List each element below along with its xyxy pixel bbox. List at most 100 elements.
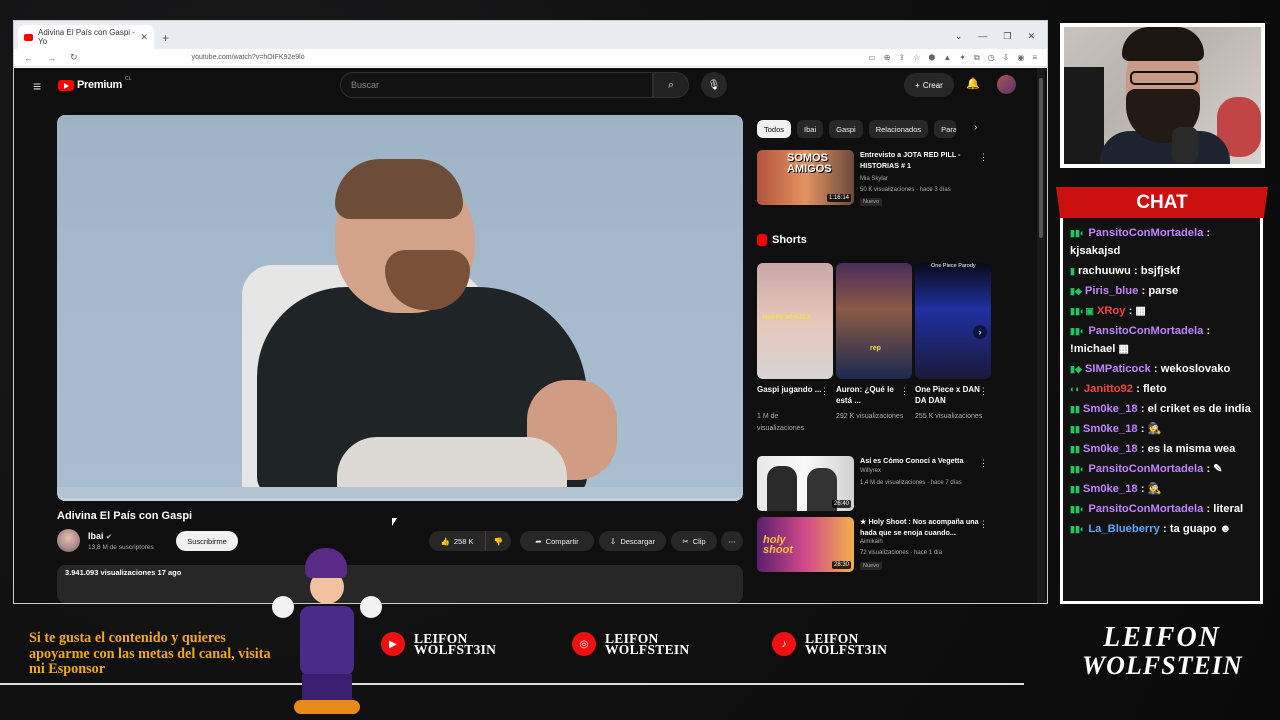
create-button[interactable]: + Crear	[904, 73, 954, 97]
chat-badges-icon: ▮◆	[1070, 364, 1082, 374]
share-icon[interactable]: ⇪	[898, 53, 905, 63]
chat-separator: :	[1159, 523, 1170, 535]
video-progress-bar[interactable]	[57, 498, 743, 501]
address-bar: ← → ↻ youtube.com/watch?v=hOIFK92e9lo ▭ …	[14, 49, 1047, 67]
search-icon: ⌕	[667, 78, 675, 91]
close-tab-icon[interactable]: ✕	[140, 32, 148, 43]
short-thumbnail[interactable]: One Piece Parody ›	[915, 263, 991, 379]
clip-button[interactable]: ✂ Clip	[671, 531, 717, 551]
webcam-feed	[1064, 27, 1261, 164]
maximize-button[interactable]: ❐	[1003, 31, 1011, 42]
short-title[interactable]: Auron: ¿Qué le está ...	[836, 384, 902, 406]
chat-separator: :	[1130, 265, 1141, 277]
forward-icon[interactable]: →	[47, 53, 56, 63]
shorts-header: Shorts	[757, 234, 807, 246]
more-vert-icon[interactable]: ⋮	[900, 386, 909, 397]
channel-name[interactable]: Ibai ✔	[88, 531, 112, 541]
chat-username: PansitoConMortadela	[1088, 227, 1204, 239]
new-tab-button[interactable]: +	[162, 31, 169, 45]
subscribe-button[interactable]: Suscribirme	[176, 531, 238, 551]
screen-icon[interactable]: ▭	[868, 53, 876, 63]
chip-relacionados[interactable]: Relacionados	[868, 120, 929, 138]
zoom-icon[interactable]: ⊕	[884, 53, 891, 63]
page-scrollbar[interactable]	[1037, 68, 1045, 603]
downloads-icon[interactable]: ⇩	[1003, 53, 1010, 63]
chat-text: ta guapo ☻	[1169, 523, 1232, 535]
chip-ibai[interactable]: Ibai	[797, 120, 824, 138]
channel-avatar[interactable]	[57, 529, 80, 552]
chat-badges-icon: ▮▮◐▣	[1070, 306, 1094, 316]
chevron-right-icon[interactable]: ›	[974, 122, 977, 133]
hamburger-menu-icon[interactable]: ≡	[33, 78, 41, 94]
more-actions-button[interactable]: ⋯	[721, 531, 743, 551]
video-thumbnail: 26:40	[757, 456, 854, 511]
handle-line2: WOLFSTEIN	[605, 642, 690, 657]
webcam-chair	[1064, 67, 1104, 164]
youtube-logo[interactable]: Premium CL	[58, 76, 132, 91]
social-handle: LEIFON WOLFST3IN	[805, 632, 887, 657]
notifications-bell-icon[interactable]: 🔔	[966, 77, 980, 90]
video-player[interactable]	[57, 115, 743, 501]
more-vert-icon[interactable]: ⋮	[979, 458, 988, 469]
search-button[interactable]: ⌕	[653, 72, 689, 98]
reload-icon[interactable]: ↻	[70, 52, 78, 63]
more-vert-icon[interactable]: ⋮	[979, 152, 988, 163]
recommended-video[interactable]: 26:40 Así es Cómo Conocí a Vegetta Willy…	[757, 456, 992, 514]
chat-username: XRoy	[1096, 305, 1126, 317]
short-title[interactable]: Gaspi jugando ...	[757, 384, 823, 395]
chat-badges-icon: ◐◐	[1070, 384, 1081, 394]
minimize-button[interactable]: —	[978, 31, 987, 42]
voice-search-button[interactable]: 🎙	[701, 72, 727, 98]
rec-title: Entrevisto a JOTA RED PILL - HISTORIAS #…	[860, 150, 961, 170]
logo-region: CL	[124, 76, 132, 82]
warning-icon[interactable]: ▲	[943, 53, 951, 63]
chat-message: ▮▮◐ PansitoConMortadela : ✎	[1070, 460, 1255, 478]
download-button[interactable]: ⇩ Descargar	[599, 531, 666, 551]
recommended-video[interactable]: SOMOS AMIGOS 1:16:14 Entrevisto a JOTA R…	[757, 150, 992, 208]
chat-badges-icon: ▮▮◐	[1070, 464, 1086, 474]
chat-badges-icon: ▮▮	[1070, 404, 1080, 414]
thumbnail-text: holy shoot	[763, 534, 793, 556]
dislike-button[interactable]: 👎	[485, 531, 511, 551]
rec-meta: 72 visualizaciones · hace 1 día	[860, 550, 943, 556]
chip-gaspi[interactable]: Gaspi	[829, 120, 863, 138]
pin-icon[interactable]: ✦	[959, 53, 966, 63]
share-arrow-icon: ➦	[535, 536, 542, 546]
search-input[interactable]: Buscar	[340, 72, 653, 98]
close-window-button[interactable]: ✕	[1027, 31, 1035, 42]
like-button[interactable]: 👍 258 K	[429, 531, 485, 551]
short-thumbnail[interactable]: HAPPY WHEELS	[757, 263, 833, 379]
share-button[interactable]: ➦ Compartir	[520, 531, 594, 551]
more-vert-icon[interactable]: ⋮	[979, 519, 988, 530]
back-icon[interactable]: ←	[24, 53, 33, 63]
url-field[interactable]: youtube.com/watch?v=hOIFK92e9lo	[192, 54, 305, 61]
brand-line1: LEIFON	[1103, 622, 1221, 653]
short-thumbnail[interactable]: rep	[836, 263, 912, 379]
clip-label: Clip	[692, 536, 706, 546]
scrollbar-thumb[interactable]	[1039, 78, 1043, 238]
account-avatar[interactable]	[997, 75, 1016, 94]
more-vert-icon[interactable]: ⋮	[820, 386, 829, 397]
chat-badges-icon: ▮◆	[1070, 286, 1082, 296]
profile-icon[interactable]: ◉	[1017, 53, 1024, 63]
shorts-next-icon[interactable]: ›	[973, 325, 987, 339]
toolbar-icons: ▭ ⊕ ⇪ ☆ ⬢ ▲ ✦ ⧉ ◷ ⇩ ◉ ≡	[868, 53, 1037, 63]
chip-para[interactable]: Para	[934, 120, 957, 138]
chat-text: kjsakajsd	[1070, 245, 1121, 257]
chat-username: rachuuwu	[1077, 265, 1131, 277]
chip-todos[interactable]: Todos	[757, 120, 792, 138]
more-vert-icon[interactable]: ⋮	[979, 386, 988, 397]
new-badge: Nuevo	[860, 198, 882, 206]
short-title[interactable]: One Piece x DAN DA DAN	[915, 384, 981, 406]
chevron-down-icon[interactable]: ⌄	[955, 31, 963, 42]
chat-text: 🕵	[1147, 423, 1162, 435]
history-icon[interactable]: ◷	[988, 53, 995, 63]
puzzle-icon[interactable]: ⧉	[974, 53, 980, 63]
browser-tab[interactable]: Adivina El País con Gaspi - Yo ✕	[18, 25, 154, 49]
recommended-video[interactable]: holy shoot 28:30 ★ Holy Shoot : Nos acom…	[757, 517, 992, 575]
extension-icon[interactable]: ⬢	[928, 53, 935, 63]
bookmark-icon[interactable]: ☆	[913, 53, 920, 63]
menu-icon[interactable]: ≡	[1032, 53, 1037, 63]
rec-meta: 1,4 M de visualizaciones · hace 7 días	[860, 480, 962, 486]
description-box[interactable]: 3.941.093 visualizaciones 17 ago	[57, 565, 743, 603]
